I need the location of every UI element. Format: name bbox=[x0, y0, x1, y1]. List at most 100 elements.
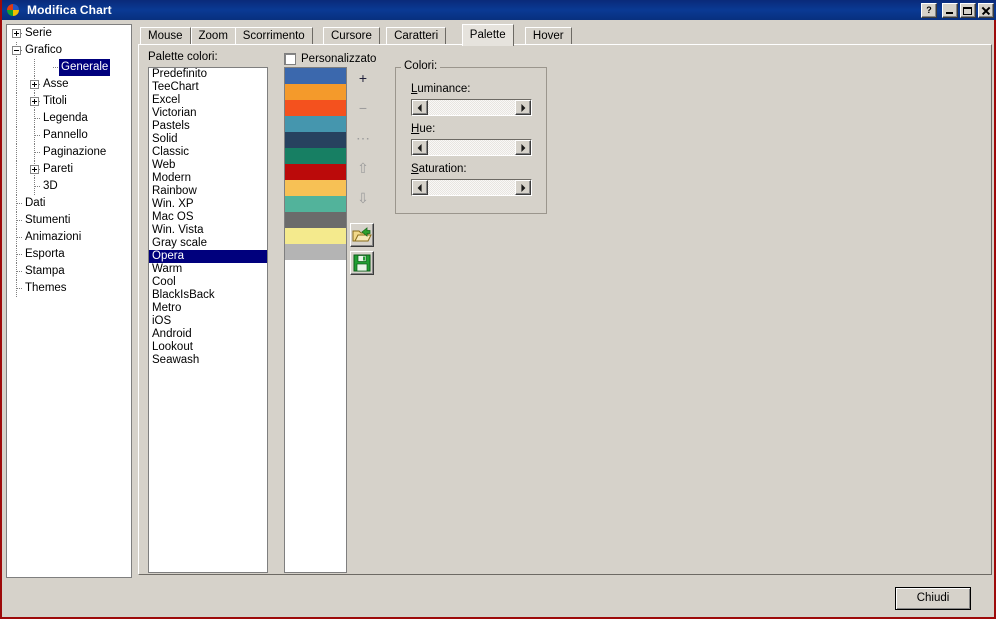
tree-connector bbox=[17, 271, 22, 272]
tab-zoom[interactable]: Zoom bbox=[190, 27, 236, 45]
color-swatch[interactable] bbox=[285, 244, 346, 260]
palette-list-item[interactable]: Warm bbox=[149, 263, 267, 276]
palette-list-item[interactable]: Excel bbox=[149, 94, 267, 107]
slider-luminance[interactable] bbox=[411, 99, 532, 116]
more-options-button[interactable]: ⋯ bbox=[352, 127, 374, 149]
add-color-button[interactable]: + bbox=[352, 67, 374, 89]
title-bar[interactable]: Modifica Chart ? bbox=[2, 0, 996, 20]
tree-item-legenda[interactable]: Legenda bbox=[7, 110, 131, 127]
tree-item-paginazione[interactable]: Paginazione bbox=[7, 144, 131, 161]
slider-left-arrow-button[interactable] bbox=[412, 180, 428, 195]
tree-expand-icon[interactable] bbox=[12, 29, 21, 38]
palette-list-item[interactable]: Win. Vista bbox=[149, 224, 267, 237]
palette-list-item[interactable]: Cool bbox=[149, 276, 267, 289]
color-swatch[interactable] bbox=[285, 180, 346, 196]
move-up-button[interactable]: ⇧ bbox=[352, 157, 374, 179]
palette-list-item[interactable]: Android bbox=[149, 328, 267, 341]
color-swatch[interactable] bbox=[285, 84, 346, 100]
maximize-button[interactable] bbox=[960, 2, 976, 18]
minimize-button[interactable] bbox=[942, 2, 958, 18]
palette-list-item[interactable]: Mac OS bbox=[149, 211, 267, 224]
tree-item-label: Titoli bbox=[43, 95, 67, 107]
palette-list-item[interactable]: Modern bbox=[149, 172, 267, 185]
save-palette-button[interactable] bbox=[350, 251, 374, 275]
palette-list-item[interactable]: Classic bbox=[149, 146, 267, 159]
palette-list-item[interactable]: Opera bbox=[149, 250, 267, 263]
custom-checkbox[interactable] bbox=[284, 53, 296, 65]
tree-item-label: Paginazione bbox=[43, 146, 107, 158]
tree-item-3d[interactable]: 3D bbox=[7, 178, 131, 195]
palette-color-list[interactable]: Predefinito TeeChart Excel Victorian Pastels… bbox=[148, 67, 268, 573]
palette-list-item[interactable]: Metro bbox=[149, 302, 267, 315]
tree-item-label: Generale bbox=[59, 59, 111, 76]
tree-item-animazioni[interactable]: Animazioni bbox=[7, 229, 131, 246]
palette-list-item[interactable]: Pastels bbox=[149, 120, 267, 133]
palette-list-item[interactable]: BlackIsBack bbox=[149, 289, 267, 302]
close-button[interactable] bbox=[978, 2, 994, 18]
palette-list-item[interactable]: Solid bbox=[149, 133, 267, 146]
color-swatch-strip[interactable] bbox=[284, 67, 347, 573]
slider-label-saturation: Saturation: bbox=[411, 163, 467, 175]
help-button[interactable]: ? bbox=[921, 2, 937, 18]
custom-checkbox-label[interactable]: Personalizzato bbox=[301, 53, 376, 65]
tab-caratteri[interactable]: Caratteri bbox=[386, 27, 447, 45]
tree-item-label: Grafico bbox=[25, 44, 63, 56]
slider-right-arrow-button[interactable] bbox=[515, 140, 531, 155]
color-swatch[interactable] bbox=[285, 116, 346, 132]
color-swatch[interactable] bbox=[285, 132, 346, 148]
slider-left-arrow-button[interactable] bbox=[412, 140, 428, 155]
tab-hover[interactable]: Hover bbox=[524, 27, 572, 45]
tree-item-stumenti[interactable]: Stumenti bbox=[7, 212, 131, 229]
tree-item-stampa[interactable]: Stampa bbox=[7, 263, 131, 280]
navigation-tree[interactable]: Serie Grafico Generale Asse Titoli Legenda Pan… bbox=[6, 24, 132, 578]
slider-right-arrow-button[interactable] bbox=[515, 180, 531, 195]
tree-expand-icon[interactable] bbox=[30, 97, 39, 106]
tab-strip[interactable]: Mouse Zoom Scorrimento Cursore Caratteri Pale… bbox=[138, 24, 992, 46]
tab-mouse[interactable]: Mouse bbox=[140, 27, 191, 45]
palette-list-item[interactable]: Victorian bbox=[149, 107, 267, 120]
tree-item-themes[interactable]: Themes bbox=[7, 280, 131, 297]
color-swatch[interactable] bbox=[285, 164, 346, 180]
palette-list-item[interactable]: Win. XP bbox=[149, 198, 267, 211]
tree-item-pareti[interactable]: Pareti bbox=[7, 161, 131, 178]
tab-scorrimento[interactable]: Scorrimento bbox=[234, 27, 313, 45]
tree-expand-icon[interactable] bbox=[30, 165, 39, 174]
tab-cursore[interactable]: Cursore bbox=[323, 27, 380, 45]
tree-item-asse[interactable]: Asse bbox=[7, 76, 131, 93]
open-palette-button[interactable] bbox=[350, 223, 374, 247]
tree-item-grafico[interactable]: Grafico bbox=[7, 42, 131, 59]
tab-palette[interactable]: Palette bbox=[461, 24, 514, 46]
palette-list-item[interactable]: Seawash bbox=[149, 354, 267, 367]
tree-connector bbox=[17, 237, 22, 238]
palette-list-item[interactable]: Web bbox=[149, 159, 267, 172]
move-down-button[interactable]: ⇩ bbox=[352, 187, 374, 209]
palette-list-item[interactable]: Lookout bbox=[149, 341, 267, 354]
color-swatch[interactable] bbox=[285, 212, 346, 228]
remove-color-button[interactable]: − bbox=[352, 97, 374, 119]
tree-item-serie[interactable]: Serie bbox=[7, 25, 131, 42]
slider-hue[interactable] bbox=[411, 139, 532, 156]
palette-list-item[interactable]: Rainbow bbox=[149, 185, 267, 198]
tree-item-pannello[interactable]: Pannello bbox=[7, 127, 131, 144]
color-swatch[interactable] bbox=[285, 68, 346, 84]
slider-saturation[interactable] bbox=[411, 179, 532, 196]
slider-left-arrow-button[interactable] bbox=[412, 100, 428, 115]
color-swatch[interactable] bbox=[285, 148, 346, 164]
color-swatch[interactable] bbox=[285, 228, 346, 244]
close-dialog-button[interactable]: Chiudi bbox=[895, 587, 971, 610]
help-icon: ? bbox=[926, 4, 932, 15]
tree-item-generale[interactable]: Generale bbox=[7, 59, 131, 76]
tree-item-label: Legenda bbox=[43, 112, 88, 124]
color-swatch[interactable] bbox=[285, 196, 346, 212]
tree-item-titoli[interactable]: Titoli bbox=[7, 93, 131, 110]
slider-right-arrow-button[interactable] bbox=[515, 100, 531, 115]
palette-list-item[interactable]: Predefinito bbox=[149, 68, 267, 81]
tree-expand-icon[interactable] bbox=[30, 80, 39, 89]
tree-item-esporta[interactable]: Esporta bbox=[7, 246, 131, 263]
tree-collapse-icon[interactable] bbox=[12, 46, 21, 55]
palette-list-item[interactable]: Gray scale bbox=[149, 237, 267, 250]
color-swatch[interactable] bbox=[285, 100, 346, 116]
tree-item-dati[interactable]: Dati bbox=[7, 195, 131, 212]
palette-list-item[interactable]: iOS bbox=[149, 315, 267, 328]
palette-list-item[interactable]: TeeChart bbox=[149, 81, 267, 94]
